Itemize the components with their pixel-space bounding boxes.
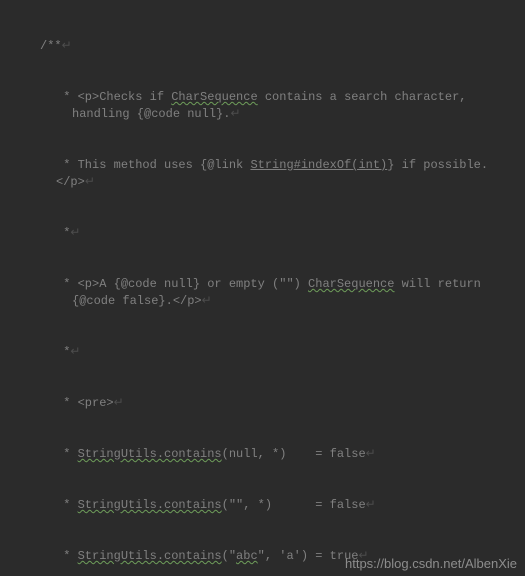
line-end-icon: ↵ xyxy=(62,39,72,53)
typo-word: StringUtils.contains xyxy=(78,447,222,461)
code-line: * StringUtils.contains(null, *) = false↵ xyxy=(16,446,525,463)
comment-text: * <p>A {@code null} or empty ("") xyxy=(56,277,308,291)
comment-text: * xyxy=(56,226,70,240)
comment-text: ", 'a') = true xyxy=(258,549,359,563)
line-end-icon: ↵ xyxy=(366,447,376,461)
line-end-icon: ↵ xyxy=(202,294,212,308)
comment-text: /** xyxy=(40,39,62,53)
javadoc-link: String#indexOf(int) xyxy=(250,158,387,172)
code-line: *↵ xyxy=(16,225,525,242)
typo-word: CharSequence xyxy=(308,277,394,291)
code-line: * <pre>↵ xyxy=(16,395,525,412)
line-end-icon: ↵ xyxy=(114,396,124,410)
typo-word: StringUtils.contains xyxy=(78,498,222,512)
comment-text: * xyxy=(56,447,78,461)
comment-text: * This method uses {@link xyxy=(56,158,250,172)
line-end-icon: ↵ xyxy=(70,226,80,240)
watermark-text: https://blog.csdn.net/AlbenXie xyxy=(345,555,517,572)
comment-text: (" xyxy=(222,549,236,563)
typo-word: abc xyxy=(236,549,258,563)
code-line: * <p>A {@code null} or empty ("") CharSe… xyxy=(32,276,525,310)
comment-text: * <pre> xyxy=(56,396,114,410)
code-line: * This method uses {@link String#indexOf… xyxy=(16,157,525,191)
code-line: /**↵ xyxy=(16,38,525,55)
line-end-icon: ↵ xyxy=(230,107,240,121)
comment-text: * xyxy=(56,498,78,512)
comment-text: ("", *) = false xyxy=(222,498,366,512)
code-line: *↵ xyxy=(16,344,525,361)
comment-text: * xyxy=(56,345,70,359)
line-end-icon: ↵ xyxy=(366,498,376,512)
line-end-icon: ↵ xyxy=(70,345,80,359)
line-end-icon: ↵ xyxy=(85,175,95,189)
code-line: * StringUtils.contains("", *) = false↵ xyxy=(16,497,525,514)
comment-text: * <p>Checks if xyxy=(56,90,171,104)
code-line: * <p>Checks if CharSequence contains a s… xyxy=(32,89,525,123)
typo-word: StringUtils.contains xyxy=(78,549,222,563)
typo-word: CharSequence xyxy=(171,90,257,104)
comment-text: * xyxy=(56,549,78,563)
comment-text: (null, *) = false xyxy=(222,447,366,461)
code-editor[interactable]: /**↵ * <p>Checks if CharSequence contain… xyxy=(0,0,525,576)
